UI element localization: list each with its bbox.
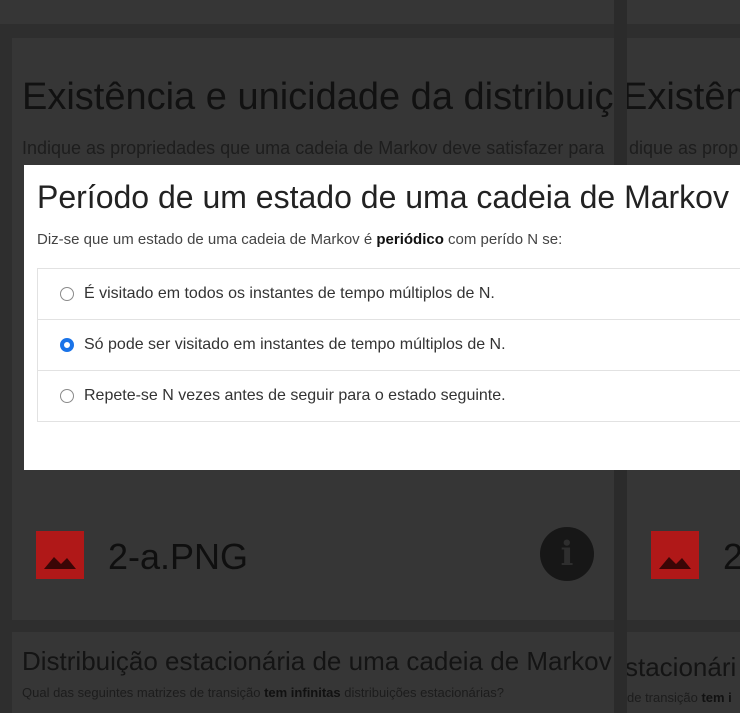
answer-options: É visitado em todos os instantes de temp… bbox=[37, 268, 740, 422]
answer-option-3[interactable]: Repete-se N vezes antes de seguir para o… bbox=[38, 370, 740, 421]
next-question-card: Distribuição estacionária de uma cadeia … bbox=[12, 632, 614, 713]
card-subtitle: Qual das seguintes matrizes de transição… bbox=[22, 685, 504, 700]
info-icon[interactable]: i bbox=[540, 527, 594, 581]
modal-title: Período de um estado de uma cadeia de Ma… bbox=[37, 179, 729, 215]
attachment-filename[interactable]: 2-a.PNG bbox=[108, 536, 248, 578]
modal-description: Diz-se que um estado de uma cadeia de Ma… bbox=[37, 231, 563, 248]
radio-button[interactable] bbox=[60, 389, 74, 403]
card-subtitle: dique as prop bbox=[629, 138, 739, 158]
radio-button-selected[interactable] bbox=[60, 338, 74, 352]
attachment-filename[interactable]: 2 bbox=[723, 536, 740, 578]
next-question-card: stacionári de transição tem i bbox=[627, 632, 740, 713]
card-subtitle: de transição tem i bbox=[627, 690, 732, 705]
previous-card bbox=[0, 0, 614, 24]
radio-button[interactable] bbox=[60, 287, 74, 301]
image-icon bbox=[651, 531, 699, 579]
image-icon bbox=[36, 531, 84, 579]
question-modal: Período de um estado de uma cadeia de Ma… bbox=[24, 165, 740, 470]
card-subtitle: Indique as propriedades que uma cadeia d… bbox=[22, 138, 605, 158]
card-title: Existência e unicidade da distribuição bbox=[22, 76, 614, 118]
answer-option-1[interactable]: É visitado em todos os instantes de temp… bbox=[38, 269, 740, 319]
card-title: stacionári bbox=[627, 652, 737, 682]
answer-option-label: Repete-se N vezes antes de seguir para o… bbox=[84, 387, 506, 404]
answer-option-2[interactable]: Só pode ser visitado em instantes de tem… bbox=[38, 319, 740, 370]
answer-option-label: Só pode ser visitado em instantes de tem… bbox=[84, 336, 506, 353]
answer-option-label: É visitado em todos os instantes de temp… bbox=[84, 285, 495, 302]
previous-card bbox=[627, 0, 740, 24]
card-title: Existên bbox=[627, 76, 740, 118]
card-title: Distribuição estacionária de uma cadeia … bbox=[22, 646, 612, 676]
